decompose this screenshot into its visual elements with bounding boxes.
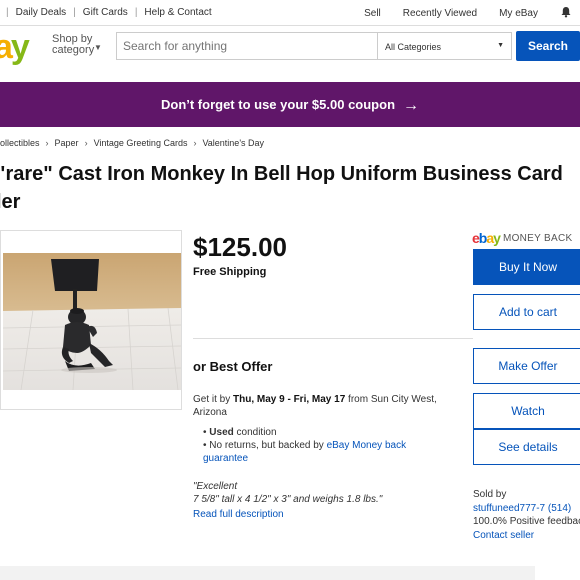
- add-to-cart-button[interactable]: Add to cart: [473, 294, 580, 330]
- money-back-guarantee-badge[interactable]: ebay MONEY BACK: [472, 230, 572, 246]
- delivery-prefix: Get it by: [193, 394, 234, 405]
- positive-feedback: 100.0% Positive feedback: [473, 516, 580, 527]
- search-bar: All Categories ▼: [116, 32, 512, 60]
- shipping-info: Free Shipping: [193, 266, 267, 278]
- see-details-button[interactable]: See details: [473, 429, 580, 465]
- read-full-description-link[interactable]: Read full description: [193, 509, 284, 520]
- coupon-banner-text: Don’t forget to use your $5.00 coupon: [160, 97, 396, 112]
- list-item: • Used condition: [203, 427, 277, 438]
- returns-text: No returns, but backed by: [209, 440, 327, 451]
- category-select-value: All Categories: [385, 42, 442, 52]
- sold-by-label: Sold by: [473, 489, 507, 500]
- feedback-count-link[interactable]: (514): [548, 503, 571, 514]
- item-price: $125.00: [193, 232, 287, 262]
- make-offer-button[interactable]: Make Offer: [473, 348, 580, 384]
- notification-bell-icon[interactable]: [560, 6, 572, 18]
- nav-sell[interactable]: Sell: [364, 8, 381, 19]
- list-item: • No returns, but backed by eBay Money b…: [203, 440, 407, 464]
- nav-daily-deals[interactable]: Daily Deals: [16, 7, 67, 18]
- chevron-right-icon: ›: [193, 138, 197, 148]
- breadcrumb: ollectibles › Paper › Vintage Greeting C…: [0, 138, 264, 148]
- listing-title: "rare" Cast Iron Monkey In Bell Hop Unif…: [0, 160, 580, 216]
- bottom-strip: [0, 566, 535, 580]
- nav-separator: |: [134, 7, 138, 18]
- seller-name-link[interactable]: stuffuneed777-7: [473, 503, 545, 514]
- money-back-text: MONEY BACK: [502, 232, 573, 244]
- delivery-estimate: Get it by Thu, May 9 - Fri, May 17 from …: [193, 393, 438, 419]
- listing-title-line: ler: [0, 191, 21, 213]
- condition-suffix: condition: [233, 427, 277, 438]
- breadcrumb-item[interactable]: Valentine's Day: [202, 138, 264, 148]
- nav-separator: |: [73, 7, 76, 18]
- coupon-banner[interactable]: Don’t forget to use your $5.00 coupon →: [0, 82, 580, 127]
- cast-iron-monkey-figure: [3, 253, 181, 390]
- breadcrumb-item[interactable]: Paper: [55, 138, 79, 148]
- category-label: category: [52, 44, 95, 56]
- contact-seller-link[interactable]: Contact seller: [473, 529, 580, 543]
- chevron-down-icon: ▼: [497, 42, 504, 49]
- logo-letter-a: a: [0, 28, 13, 66]
- item-highlights: • Used condition • No returns, but backe…: [193, 426, 438, 465]
- chevron-down-icon: ▼: [94, 43, 102, 52]
- chevron-right-icon: ›: [45, 138, 49, 148]
- listing-title-line: "rare" Cast Iron Monkey In Bell Hop Unif…: [0, 163, 563, 185]
- shop-by-category-button[interactable]: Shop by category ▼: [52, 34, 102, 56]
- divider: [193, 338, 473, 339]
- delivery-dates: Thu, May 9 - Fri, May 17: [233, 394, 346, 405]
- best-offer-label: or Best Offer: [193, 359, 273, 374]
- seller-info: Sold by stuffuneed777-7 (514) 100.0% Pos…: [473, 488, 580, 542]
- seller-description-quote: "Excellent 7 5/8" tall x 4 1/2" x 3" and…: [193, 480, 443, 506]
- money-back-logo: ebay: [472, 230, 501, 246]
- logo-letter-y: y: [10, 28, 30, 66]
- chevron-right-icon: ›: [84, 138, 88, 148]
- nav-recently-viewed[interactable]: Recently Viewed: [403, 8, 477, 19]
- buy-it-now-button[interactable]: Buy It Now: [473, 249, 580, 285]
- nav-gift-cards[interactable]: Gift Cards: [83, 7, 128, 18]
- product-image-frame[interactable]: [0, 230, 182, 410]
- arrow-right-icon: →: [403, 97, 420, 114]
- watch-button[interactable]: Watch: [473, 393, 580, 429]
- top-navigation: | Daily Deals | Gift Cards | Help & Cont…: [0, 0, 580, 26]
- search-button[interactable]: Search: [516, 31, 580, 61]
- quote-line: 7 5/8" tall x 4 1/2" x 3" and weighs 1.8…: [193, 494, 383, 505]
- nav-separator: |: [6, 7, 9, 18]
- ebay-logo[interactable]: ay: [0, 28, 30, 67]
- breadcrumb-item[interactable]: ollectibles: [0, 138, 40, 148]
- nav-my-ebay[interactable]: My eBay: [499, 8, 538, 19]
- nav-help-contact[interactable]: Help & Contact: [144, 7, 211, 18]
- product-photo: [3, 253, 181, 390]
- breadcrumb-item[interactable]: Vintage Greeting Cards: [94, 138, 188, 148]
- search-input[interactable]: [117, 33, 377, 59]
- condition-value: Used: [209, 427, 234, 438]
- quote-line: "Excellent: [193, 481, 238, 492]
- category-select[interactable]: All Categories ▼: [377, 33, 511, 59]
